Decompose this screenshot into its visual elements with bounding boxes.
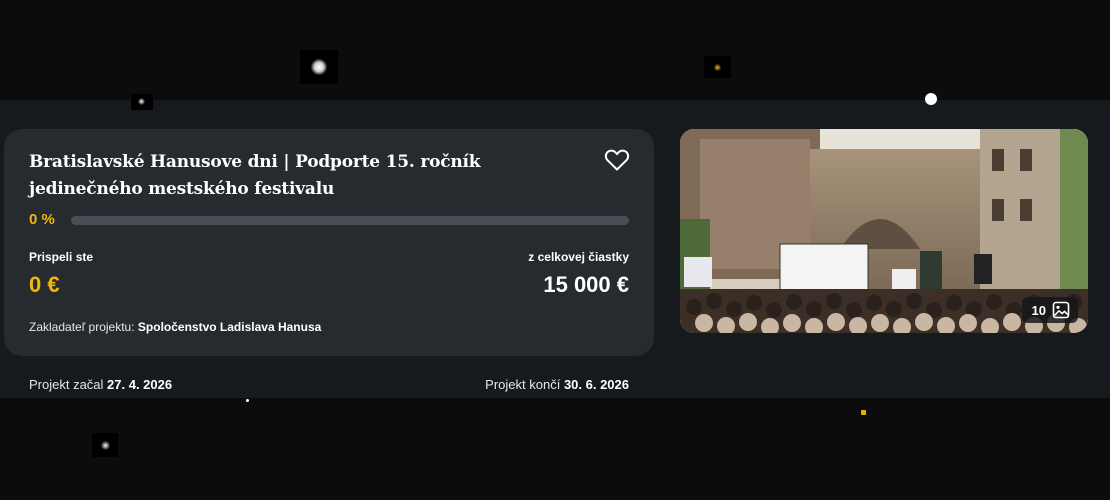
decorative-speck [704,56,731,78]
end-date: 30. 6. 2026 [563,377,629,392]
contributed-label: Prispeli ste [29,250,94,264]
founder-info: Zakladateľ projektu: Spoločenstvo Ladisl… [29,320,321,334]
decorative-speck [300,50,338,84]
progress-percent: 0 % [29,211,55,228]
progress-bar [71,216,629,225]
founder-label: Zakladateľ projektu: [29,320,135,334]
project-photo[interactable]: 10 [680,129,1088,333]
start-date: 27. 4. 2026 [107,377,173,392]
decorative-speck [246,399,249,402]
decorative-speck [861,410,866,415]
target-amount: 15 000 € [543,272,629,297]
end-label: Projekt končí [485,377,561,392]
target-label: z celkovej čiastky [528,250,629,264]
project-end: Projekt končí 30. 6. 2026 [485,377,629,392]
founder-name[interactable]: Spoločenstvo Ladislava Hanusa [138,320,321,334]
gallery-count: 10 [1031,302,1046,318]
decorative-speck [131,94,153,110]
gallery-count-button[interactable]: 10 [1021,297,1078,323]
favorite-button[interactable] [604,148,630,172]
heart-outline-icon [604,149,630,171]
project-title[interactable]: Bratislavské Hanusove dni | Podporte 15.… [29,149,549,203]
decorative-speck [92,433,118,457]
start-label: Projekt začal [29,377,104,392]
decorative-speck [925,93,937,105]
project-start: Projekt začal 27. 4. 2026 [29,377,172,392]
project-card: Bratislavské Hanusove dni | Podporte 15.… [4,129,654,356]
page: Bratislavské Hanusove dni | Podporte 15.… [0,0,1110,500]
contributed-amount: 0 € [29,272,60,297]
image-icon [1052,301,1070,319]
